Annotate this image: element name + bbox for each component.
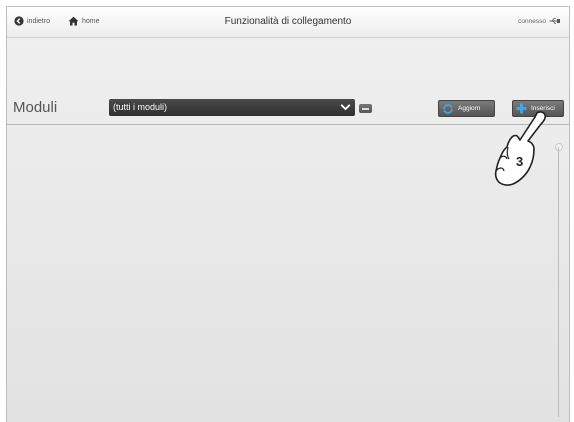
scrollbar-track[interactable] — [558, 147, 559, 417]
chevron-down-icon — [340, 104, 351, 111]
top-bar: indietro home Funzionalità di collegamen… — [7, 7, 569, 38]
page-title: Funzionalità di collegamento — [224, 16, 352, 27]
step-number: 3 — [516, 154, 523, 169]
connection-status: connesso — [518, 17, 561, 25]
modules-label: Moduli — [13, 99, 58, 116]
refresh-label: Aggiorn — [458, 105, 481, 112]
refresh-button[interactable]: Aggiorn — [438, 100, 495, 117]
module-select[interactable]: (tutti i moduli) — [109, 99, 355, 116]
minus-icon — [362, 108, 369, 110]
module-select-value: (tutti i moduli) — [113, 102, 168, 112]
connection-status-label: connesso — [518, 17, 546, 25]
usb-plug-icon — [549, 18, 560, 24]
app-window: indietro home Funzionalità di collegamen… — [6, 6, 570, 422]
pointing-hand-icon: 3 — [494, 111, 547, 186]
header-divider — [7, 124, 569, 125]
remove-button[interactable] — [359, 104, 372, 113]
scrollbar-thumb[interactable] — [555, 143, 563, 151]
refresh-icon — [443, 103, 453, 114]
